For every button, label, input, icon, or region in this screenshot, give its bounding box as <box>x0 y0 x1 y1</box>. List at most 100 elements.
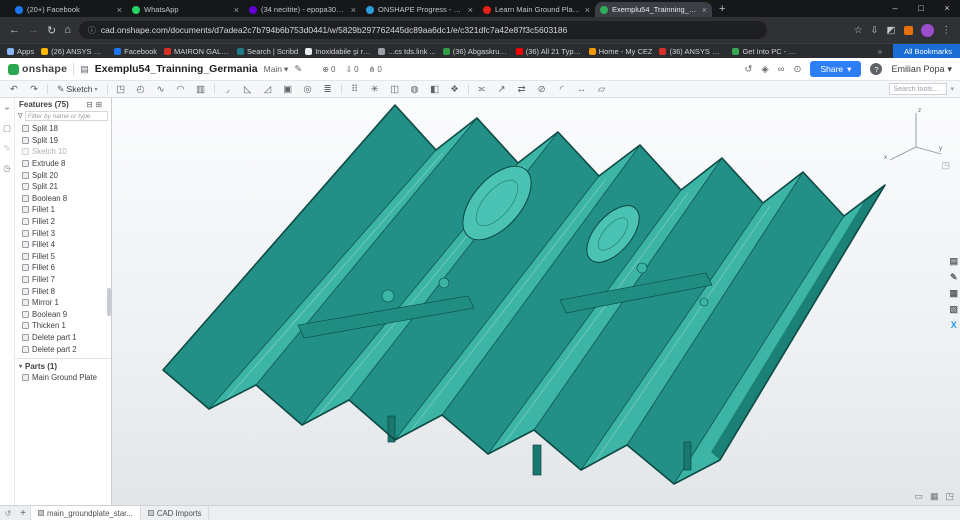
fillet-tool-icon[interactable]: ◞ <box>218 84 238 95</box>
print-panel-icon[interactable]: ▧ <box>949 304 958 315</box>
bookmark-item[interactable]: (36) Abgaskruemme... <box>442 47 509 56</box>
bookmark-item[interactable]: Facebook <box>114 47 157 56</box>
loft-tool-icon[interactable]: ◠ <box>171 84 191 95</box>
sheet-metal-tool-icon[interactable]: ▱ <box>592 84 612 95</box>
browser-tab[interactable]: (20+) Facebook × <box>10 2 127 17</box>
chevron-down-icon[interactable]: ▾ <box>950 85 954 93</box>
onshape-logo[interactable]: onshape <box>8 63 67 75</box>
annotations-icon[interactable]: ✎ <box>3 143 10 154</box>
redo-icon[interactable]: ↷ <box>24 84 44 95</box>
feature-item[interactable]: Fillet 2 <box>15 216 111 228</box>
view-shaded-icon[interactable]: ▦ <box>930 491 939 502</box>
tab-close-icon[interactable]: × <box>351 5 356 15</box>
bookmark-star-icon[interactable]: ☆ <box>854 25 863 36</box>
history-panel-icon[interactable]: ◷ <box>3 163 10 174</box>
linear-pattern-tool-icon[interactable]: ⠿ <box>345 84 365 95</box>
search-tools-input[interactable] <box>889 83 948 95</box>
tab-close-icon[interactable]: × <box>585 5 590 15</box>
feature-item[interactable]: Boolean 8 <box>15 193 111 205</box>
browser-tab[interactable]: Learn Main Ground Plate Onsh... × <box>478 2 595 17</box>
site-info-icon[interactable]: ⓘ <box>88 25 96 36</box>
reload-icon[interactable]: ↻ <box>47 24 56 37</box>
profile-avatar[interactable] <box>920 23 934 37</box>
mirror-tool-icon[interactable]: ◫ <box>385 84 405 95</box>
split-tool-icon[interactable]: ◧ <box>425 84 445 95</box>
modify-fillet-tool-icon[interactable]: ◜ <box>552 84 572 95</box>
bookmark-item[interactable]: ...cs tds.link ... <box>378 47 436 56</box>
feature-item[interactable]: Fillet 5 <box>15 251 111 263</box>
exports-counter[interactable]: ⇩ 0 <box>345 65 358 74</box>
part-main-ground-plate[interactable] <box>112 98 960 505</box>
feature-item[interactable]: Mirror 1 <box>15 297 111 309</box>
notifications-icon[interactable]: ⊙ <box>794 64 802 75</box>
workspace-branch[interactable]: Main ▾ <box>264 64 289 75</box>
browser-menu-icon[interactable]: ⋮ <box>942 25 952 36</box>
close-button[interactable]: × <box>934 0 960 17</box>
bookmark-item[interactable]: MAIRON GALATI SA <box>164 47 230 56</box>
rib-tool-icon[interactable]: ≣ <box>318 84 338 95</box>
delete-face-tool-icon[interactable]: ⊘ <box>532 84 552 95</box>
move-face-tool-icon[interactable]: ↗ <box>492 84 512 95</box>
replace-face-tool-icon[interactable]: ⇄ <box>512 84 532 95</box>
view-grid-icon[interactable]: ▭ <box>914 491 923 502</box>
follow-icon[interactable]: ◈ <box>761 64 768 75</box>
undo-icon[interactable]: ↶ <box>4 84 24 95</box>
document-title[interactable]: Exemplu54_Trainning_Germania <box>95 63 258 75</box>
browser-tab[interactable]: (34 necitite) - epopa3000@yah... × <box>244 2 361 17</box>
bookmark-item[interactable]: Home - My CEZ <box>588 47 652 56</box>
bookmark-item[interactable]: (36) All 21 Types of... <box>515 47 582 56</box>
sweep-tool-icon[interactable]: ∿ <box>151 84 171 95</box>
feature-item[interactable]: Fillet 6 <box>15 262 111 274</box>
view-triad[interactable]: z x y <box>882 103 944 161</box>
bookmark-item[interactable]: Inoxidabile şi rezist... <box>305 47 371 56</box>
feature-item[interactable]: Delete part 1 <box>15 332 111 344</box>
share-button[interactable]: Share ▾ <box>810 61 862 77</box>
graphics-area[interactable]: z x y ◳ ▤ ✎ ▦ ▧ X ▭ ▦ ◳ <box>112 98 960 505</box>
extrude-tool-icon[interactable]: ◳ <box>111 84 131 95</box>
extensions-icon[interactable]: ◩ <box>887 25 896 36</box>
part-item[interactable]: Main Ground Plate <box>15 372 111 384</box>
markup-panel-icon[interactable]: ✎ <box>950 272 958 283</box>
browser-tab[interactable]: WhatsApp × <box>127 2 244 17</box>
history-icon[interactable]: ↺ <box>744 64 752 75</box>
parts-header[interactable]: ▾ Parts (1) <box>15 361 111 372</box>
feature-item[interactable]: Fillet 3 <box>15 227 111 239</box>
tab-close-icon[interactable]: × <box>234 5 239 15</box>
feature-item[interactable]: Fillet 4 <box>15 239 111 251</box>
browser-tab[interactable]: ONSHAPE Progress - Mind Lus... × <box>361 2 478 17</box>
chamfer-tool-icon[interactable]: ◺ <box>238 84 258 95</box>
new-tab-button[interactable]: + <box>719 3 725 15</box>
tab-close-icon[interactable]: × <box>702 5 707 15</box>
bookmark-item[interactable]: Apps <box>7 47 34 56</box>
select-icon[interactable]: ⌖ <box>5 103 10 114</box>
measure-tool-icon[interactable]: ↔ <box>572 84 592 95</box>
shell-tool-icon[interactable]: ▣ <box>278 84 298 95</box>
add-element-tab-button[interactable]: + <box>16 508 30 519</box>
hole-tool-icon[interactable]: ◎ <box>298 84 318 95</box>
thicken-tool-icon[interactable]: ▥ <box>191 84 211 95</box>
minimize-button[interactable]: – <box>882 0 908 17</box>
feature-item[interactable]: Fillet 8 <box>15 285 111 297</box>
tab-close-icon[interactable]: × <box>468 5 473 15</box>
feature-item[interactable]: Extrude 8 <box>15 158 111 170</box>
tab-close-icon[interactable]: × <box>117 5 122 15</box>
features-scrollbar[interactable] <box>107 288 111 316</box>
offset-surface-tool-icon[interactable]: ≍ <box>472 84 492 95</box>
browser-tab-active[interactable]: Exemplu54_Trainning_Germani... × <box>595 2 712 17</box>
rename-pencil-icon[interactable]: ✎ <box>294 64 302 75</box>
feature-item[interactable]: Split 21 <box>15 181 111 193</box>
share-link-icon[interactable]: ∞ <box>778 64 785 75</box>
grid-panel-icon[interactable]: ▦ <box>949 288 958 299</box>
tab-cad-imports[interactable]: CAD Imports <box>141 506 210 520</box>
feature-item[interactable]: Fillet 1 <box>15 204 111 216</box>
feature-item[interactable]: Split 19 <box>15 135 111 147</box>
help-icon[interactable]: ? <box>870 63 883 75</box>
bookmark-item[interactable]: (36) ANSYS Workbe... <box>659 47 725 56</box>
sketch-button[interactable]: ✎ Sketch ▾ <box>51 84 104 95</box>
view-expand-icon[interactable]: ◳ <box>945 491 954 502</box>
collapse-all-icon[interactable]: ⊟ <box>86 100 92 109</box>
url-input[interactable]: ⓘ cad.onshape.com/documents/d7adea2c7b79… <box>78 21 767 39</box>
sync-status-icon[interactable]: ↺ <box>0 509 16 518</box>
all-bookmarks-button[interactable]: All Bookmarks <box>893 43 960 59</box>
bookmark-item[interactable]: Search | Scribd <box>237 47 298 56</box>
